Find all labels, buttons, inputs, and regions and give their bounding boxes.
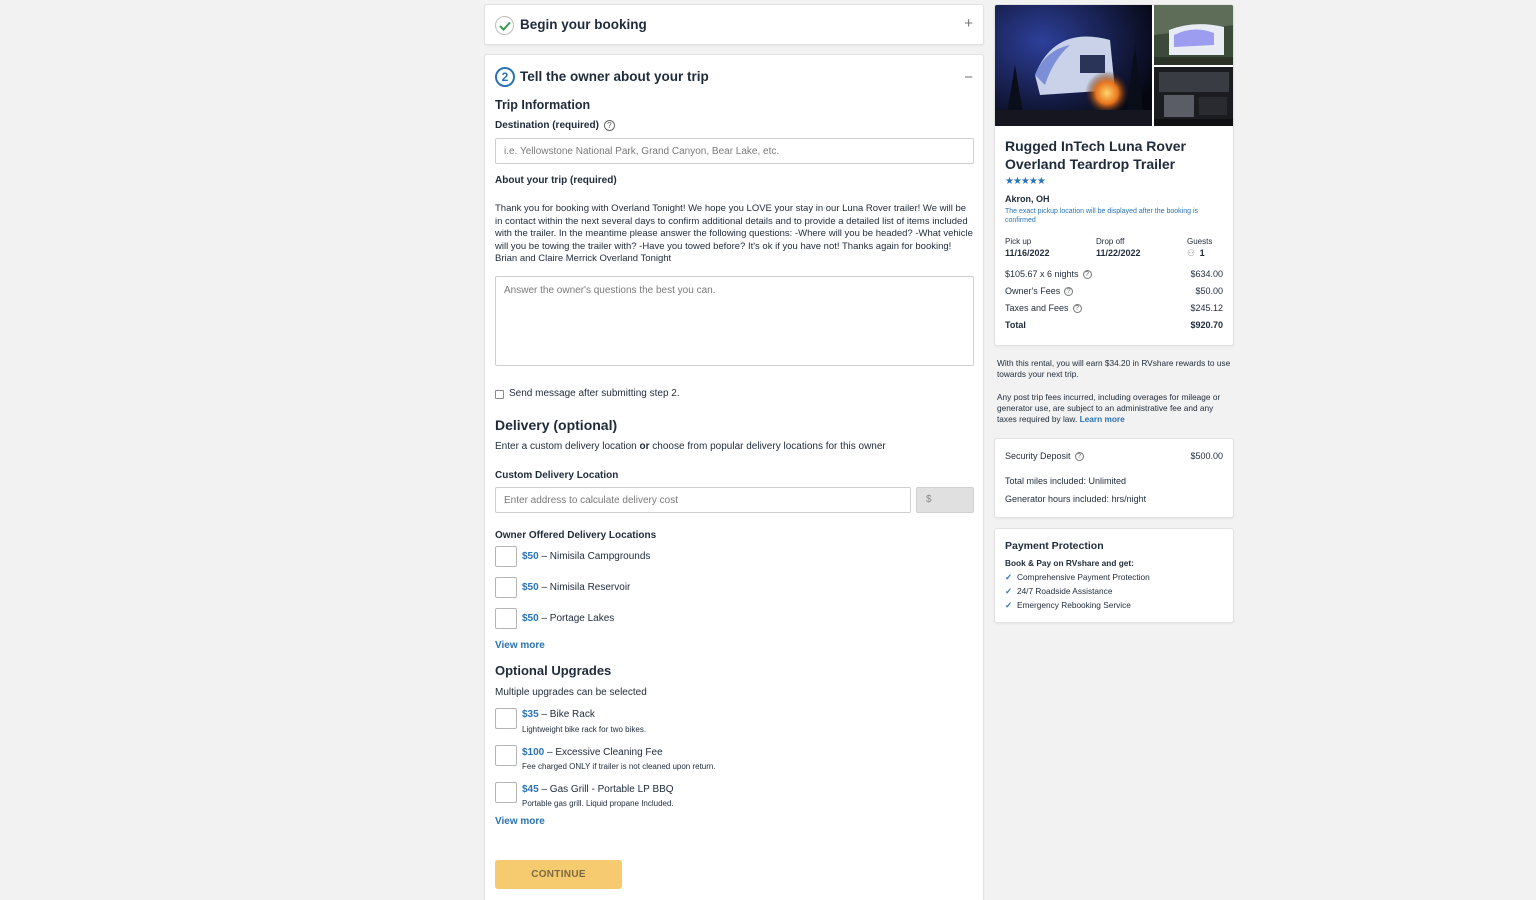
help-icon[interactable]: ?: [1074, 452, 1084, 462]
pickup-date: 11/16/2022: [1005, 248, 1050, 258]
rating-stars-icon: ★★★★★: [1005, 176, 1046, 187]
continue-button[interactable]: CONTINUE: [495, 860, 622, 889]
upgrade-description: Fee charged ONLY if trailer is not clean…: [522, 762, 716, 771]
step-begin-booking[interactable]: Begin your booking +: [484, 4, 984, 45]
destination-label: Destination (required)?: [495, 120, 615, 131]
listing-main-photo[interactable]: [995, 5, 1152, 126]
taxes-label: Taxes and Fees?: [1005, 303, 1082, 314]
total-value: $920.70: [1190, 320, 1223, 330]
listing-location: Akron, OH: [1005, 194, 1050, 204]
location-checkbox[interactable]: [495, 608, 517, 629]
taxes-value: $245.12: [1190, 303, 1223, 313]
post-trip-fees-note: Any post trip fees incurred, including o…: [997, 392, 1221, 424]
guests-label: Guests: [1187, 237, 1213, 246]
pickup-label: Pick up: [1005, 237, 1032, 246]
upgrade-description: Portable gas grill. Liquid propane Inclu…: [522, 799, 674, 808]
help-icon[interactable]: ?: [1072, 304, 1082, 314]
destination-input[interactable]: [495, 138, 974, 164]
step-trip-details: 2 Tell the owner about your trip − Trip …: [484, 54, 984, 900]
upgrade-checkbox[interactable]: [495, 745, 517, 766]
delivery-description: Enter a custom delivery location or choo…: [495, 441, 886, 452]
delivery-cost-field: $: [916, 487, 974, 513]
listing-photo-thumbnail[interactable]: [1154, 67, 1233, 126]
miles-included: Total miles included: Unlimited: [1005, 476, 1127, 486]
owner-fees-label: Owner's Fees?: [1005, 286, 1074, 297]
view-more-locations-link[interactable]: View more: [495, 640, 545, 651]
nightly-rate-label: $105.67 x 6 nights?: [1005, 269, 1092, 280]
custom-delivery-label: Custom Delivery Location: [495, 470, 619, 481]
payment-protection-card: Payment Protection Book & Pay on RVshare…: [994, 528, 1234, 623]
security-deposit-card: Security Deposit? $500.00 Total miles in…: [994, 438, 1234, 518]
listing-summary: Rugged InTech Luna Rover Overland Teardr…: [994, 4, 1234, 346]
guests-value: ⚇ 1: [1187, 248, 1205, 258]
protection-item: ✓ Emergency Rebooking Service: [1005, 600, 1131, 610]
listing-title[interactable]: Rugged InTech Luna Rover Overland Teardr…: [1005, 137, 1227, 173]
view-more-upgrades-link[interactable]: View more: [495, 816, 545, 827]
listing-photo-thumbnail[interactable]: [1154, 5, 1233, 65]
deposit-label: Security Deposit?: [1005, 451, 1084, 462]
total-label: Total: [1005, 320, 1026, 330]
nightly-rate-value: $634.00: [1190, 269, 1223, 279]
dropoff-date: 11/22/2022: [1096, 248, 1141, 258]
generator-hours: Generator hours included: hrs/night: [1005, 494, 1147, 504]
protection-title: Payment Protection: [1005, 540, 1104, 552]
upgrade-description: Lightweight bike rack for two bikes.: [522, 725, 647, 734]
protection-item: ✓ Comprehensive Payment Protection: [1005, 572, 1150, 582]
location-checkbox[interactable]: [495, 546, 517, 567]
guest-icon: ⚇: [1187, 248, 1196, 258]
about-trip-label: About your trip (required): [495, 175, 617, 186]
protection-item: ✓ 24/7 Roadside Assistance: [1005, 586, 1113, 596]
completed-check-icon: [495, 16, 514, 35]
trip-answer-textarea[interactable]: [495, 276, 974, 366]
check-icon: ✓: [1005, 600, 1012, 610]
check-icon: ✓: [1005, 586, 1012, 596]
learn-more-link[interactable]: Learn more: [1080, 414, 1125, 424]
upgrade-option: $35 – Bike Rack: [522, 709, 595, 720]
owner-message: Thank you for booking with Overland Toni…: [495, 203, 973, 264]
owner-locations-label: Owner Offered Delivery Locations: [495, 530, 657, 541]
send-message-checkbox[interactable]: [495, 390, 504, 399]
upgrade-option: $100 – Excessive Cleaning Fee: [522, 747, 663, 758]
upgrade-checkbox[interactable]: [495, 782, 517, 803]
step-number-badge: 2: [495, 67, 515, 87]
step-title: Tell the owner about your trip: [520, 69, 709, 84]
upgrade-checkbox[interactable]: [495, 708, 517, 729]
pickup-note: The exact pickup location will be displa…: [1005, 208, 1198, 224]
collapse-icon[interactable]: −: [964, 69, 973, 86]
help-icon[interactable]: ?: [1082, 270, 1092, 280]
location-option: $50 – Nimisila Campgrounds: [522, 551, 651, 562]
location-option: $50 – Portage Lakes: [522, 613, 615, 624]
upgrade-option: $45 – Gas Grill - Portable LP BBQ: [522, 784, 674, 795]
delivery-address-input[interactable]: [495, 487, 911, 513]
step-title: Begin your booking: [520, 17, 647, 32]
check-icon: ✓: [1005, 572, 1012, 582]
location-checkbox[interactable]: [495, 577, 517, 598]
location-option: $50 – Nimisila Reservoir: [522, 582, 631, 593]
upgrades-heading: Optional Upgrades: [495, 663, 612, 678]
rewards-note: With this rental, you will earn $34.20 i…: [997, 358, 1231, 379]
deposit-value: $500.00: [1190, 451, 1223, 461]
trip-information-heading: Trip Information: [495, 98, 591, 112]
help-icon[interactable]: ?: [1064, 287, 1074, 297]
upgrades-description: Multiple upgrades can be selected: [495, 687, 647, 698]
send-message-label: Send message after submitting step 2.: [509, 388, 680, 399]
delivery-heading: Delivery (optional): [495, 417, 618, 433]
dropoff-label: Drop off: [1096, 237, 1125, 246]
protection-subtitle: Book & Pay on RVshare and get:: [1005, 558, 1134, 568]
help-icon[interactable]: ?: [603, 120, 615, 131]
owner-fees-value: $50.00: [1195, 286, 1223, 296]
expand-icon[interactable]: +: [964, 15, 973, 32]
